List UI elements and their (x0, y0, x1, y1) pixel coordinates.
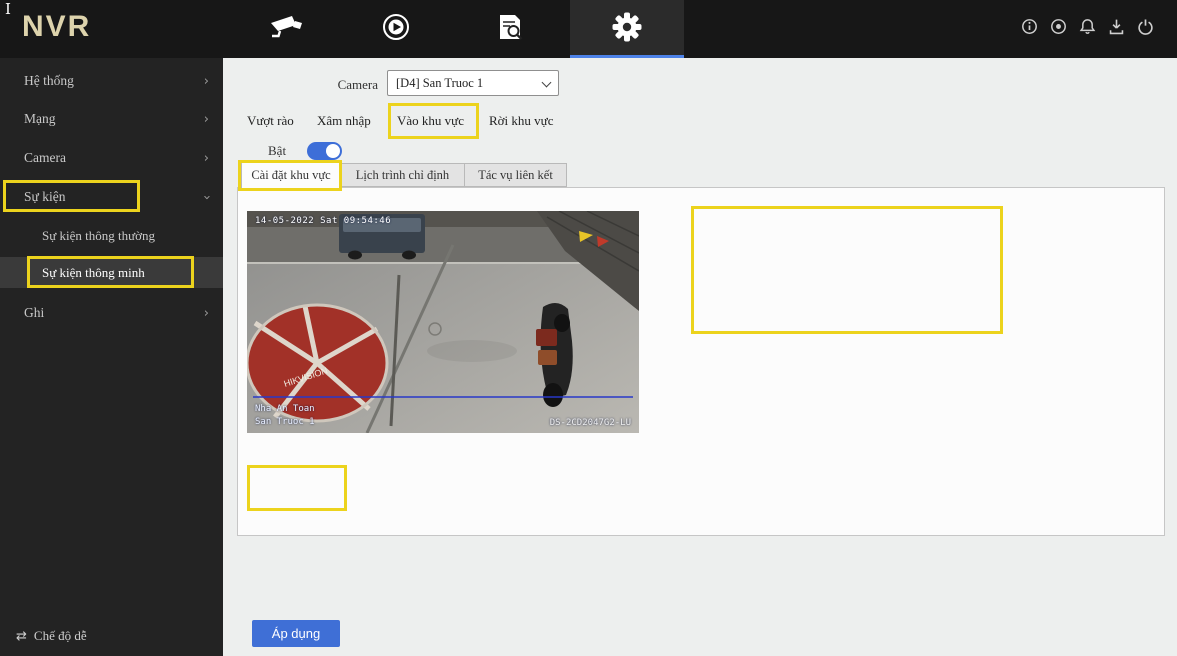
alarm-button[interactable] (1074, 0, 1100, 58)
subtab-linkage-action[interactable]: Tác vụ liên kết (464, 163, 567, 187)
info-icon (1021, 18, 1038, 40)
sidebar-item-event[interactable]: Sự kiện › (0, 180, 223, 214)
chevron-right-icon: › (203, 305, 209, 321)
easy-mode-label: Chế độ dễ (33, 628, 87, 643)
easy-mode-toggle[interactable]: ⇄ Chế độ dễ (16, 628, 87, 644)
export-button[interactable] (1103, 0, 1129, 58)
power-button[interactable] (1132, 0, 1158, 58)
tab-region-entrance[interactable]: Vào khu vực (397, 113, 464, 129)
nav-live-view-button[interactable] (240, 0, 332, 58)
tab-label: Vào khu vực (397, 113, 464, 128)
active-tab-underline (570, 55, 684, 58)
sidebar-item-label: Sự kiện thông thường (42, 227, 156, 243)
chevron-right-icon: › (203, 73, 209, 89)
sidebar-item-smart-event[interactable]: Sự kiện thông minh (0, 257, 223, 288)
swap-mode-icon: ⇄ (16, 628, 27, 644)
camera-select-label: Camera (337, 77, 378, 92)
app-logo: NVR (22, 10, 92, 43)
osd-camera-model: DS-2CD2047G2-LU (549, 418, 631, 428)
enable-toggle[interactable] (307, 142, 342, 160)
record-icon (1050, 18, 1067, 40)
sidebar-item-normal-event[interactable]: Sự kiện thông thường (0, 220, 223, 251)
enable-label: Bật (268, 143, 287, 158)
subtab-label: Cài đặt khu vực (251, 168, 331, 182)
osd-camera-name-line1: Nha An Toan (255, 404, 315, 414)
playback-icon (382, 13, 410, 46)
chevron-down-icon: › (198, 194, 214, 200)
bell-icon (1079, 18, 1096, 40)
nav-settings-button[interactable] (570, 0, 684, 58)
subtab-label: Lịch trình chỉ định (355, 167, 450, 182)
camera-preview-canvas[interactable]: HIKVISION 14-05-2022 Sat 09:54:46 Nha An… (247, 211, 639, 433)
info-button[interactable] (1016, 0, 1042, 58)
sidebar-item-label: Mạng (24, 111, 56, 126)
camera-select-dropdown[interactable]: [D4] San Truoc 1 (387, 70, 559, 96)
sidebar-item-label: Hệ thống (24, 73, 74, 88)
nav-file-search-button[interactable] (465, 0, 557, 58)
sidebar-item-network[interactable]: Mạng › (0, 102, 223, 136)
toggle-knob (326, 144, 340, 158)
sidebar-item-label: Sự kiện thông minh (42, 264, 145, 280)
camera-select-value: [D4] San Truoc 1 (396, 75, 484, 90)
download-icon (1108, 18, 1125, 40)
chevron-right-icon: › (203, 111, 209, 127)
tab-region-exiting[interactable]: Rời khu vực (489, 113, 553, 129)
chevron-right-icon: › (203, 150, 209, 166)
subtab-arming-schedule[interactable]: Lịch trình chỉ định (340, 163, 465, 187)
osd-timestamp: 14-05-2022 Sat 09:54:46 (255, 216, 392, 226)
record-button[interactable] (1045, 0, 1071, 58)
text-cursor-artifact: I (5, 0, 11, 18)
tab-label: Xâm nhập (317, 113, 371, 128)
sidebar-item-label: Camera (24, 150, 66, 165)
camera-icon (268, 13, 304, 46)
sidebar-item-record[interactable]: Ghi › (0, 296, 223, 330)
sidebar-item-label: Sự kiện (24, 189, 66, 204)
subtab-label: Tác vụ liên kết (478, 167, 553, 182)
file-search-icon (498, 13, 524, 46)
sidebar-item-system[interactable]: Hệ thống › (0, 64, 223, 98)
sidebar-item-label: Ghi (24, 305, 45, 320)
subtab-area-settings[interactable]: Cài đặt khu vực (241, 162, 341, 188)
tab-label: Vượt rào (247, 113, 294, 128)
apply-button[interactable]: Áp dụng (252, 620, 340, 647)
sidebar-item-camera[interactable]: Camera › (0, 141, 223, 175)
tab-line-crossing[interactable]: Vượt rào (247, 113, 294, 129)
osd-camera-name-line2: San Truoc 1 (255, 417, 315, 427)
tab-intrusion[interactable]: Xâm nhập (317, 113, 371, 129)
settings-gear-icon (612, 12, 642, 47)
top-bar: NVR (0, 0, 1177, 58)
chevron-down-icon (541, 77, 552, 88)
street-scene-image: HIKVISION (247, 211, 639, 433)
sidebar: Hệ thống › Mạng › Camera › Sự kiện › Sự … (0, 58, 223, 656)
nav-playback-button[interactable] (350, 0, 442, 58)
tab-label: Rời khu vực (489, 113, 554, 128)
power-icon (1137, 18, 1154, 40)
